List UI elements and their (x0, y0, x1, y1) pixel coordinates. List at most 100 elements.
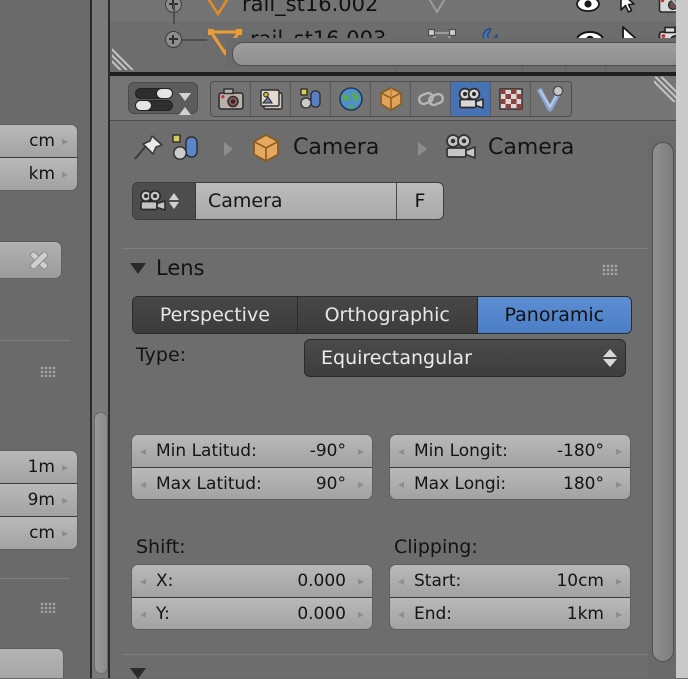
shift-field-stack: ◂ X: 0.000 ▸ ◂ Y: 0.000 ▸ (131, 564, 373, 630)
chevron-down-icon[interactable] (603, 359, 617, 367)
object-cube-icon[interactable] (250, 132, 282, 164)
breadcrumb-item-label[interactable]: Camera (488, 135, 574, 160)
decrement-arrow-icon[interactable]: ◂ (390, 478, 412, 490)
datablock-name-field[interactable]: Camera F (132, 182, 444, 220)
chevron-up-icon[interactable] (169, 193, 179, 200)
tab-constraints[interactable] (411, 82, 451, 116)
fake-user-button[interactable]: F (396, 183, 443, 219)
outliner-row-label[interactable]: rail_st16.002 (242, 0, 378, 16)
clip-start-field[interactable]: ◂ Start: 10cm ▸ (390, 565, 630, 597)
panorama-type-dropdown[interactable]: Equirectangular (304, 339, 626, 377)
breadcrumb-item-label[interactable]: Camera (293, 135, 379, 160)
decrement-arrow-icon[interactable]: ◂ (390, 445, 412, 457)
area-corner-grab-icon[interactable] (654, 76, 680, 102)
decrement-arrow-icon[interactable]: ◂ (390, 608, 412, 620)
increment-arrow-icon[interactable]: ▸ (55, 134, 75, 148)
left-clipped-panel[interactable] (0, 648, 64, 678)
outliner-row[interactable]: rail_st16.002 (110, 0, 688, 22)
toggle-stepper[interactable] (179, 93, 193, 120)
tab-scene[interactable] (291, 82, 331, 116)
scene-icon[interactable] (170, 132, 202, 164)
tab-object-data[interactable] (451, 82, 491, 116)
max-longitude-field[interactable]: ◂ Max Longi: 180° ▸ (390, 467, 630, 499)
increment-arrow-icon[interactable]: ▸ (608, 478, 630, 490)
left-pane-vertical-scrollbar[interactable] (94, 412, 108, 674)
left-clipped-field-stack-mid[interactable]: 1m ▸ 9m ▸ cm ▸ (0, 450, 78, 550)
toggle-pill-bottom[interactable] (135, 100, 173, 111)
increment-arrow-icon[interactable]: ▸ (608, 608, 630, 620)
shift-y-field[interactable]: ◂ Y: 0.000 ▸ (132, 597, 372, 629)
increment-arrow-icon[interactable]: ▸ (350, 575, 372, 587)
pin-icon[interactable] (132, 134, 164, 164)
increment-arrow-icon[interactable]: ▸ (608, 445, 630, 457)
projection-perspective-button[interactable]: Perspective (133, 297, 298, 333)
field-value: 9m (27, 490, 55, 510)
panel-grip-icon[interactable] (602, 264, 618, 275)
max-latitude-field[interactable]: ◂ Max Latitud: 90° ▸ (132, 467, 372, 499)
clip-end-field[interactable]: ◂ End: 1km ▸ (390, 597, 630, 629)
left-clipped-field[interactable]: 1m ▸ (0, 451, 77, 483)
left-panel-divider (0, 340, 70, 341)
toggle-pill-top[interactable] (135, 88, 173, 99)
chevron-up-icon[interactable] (603, 349, 617, 357)
increment-arrow-icon[interactable]: ▸ (350, 478, 372, 490)
increment-arrow-icon[interactable]: ▸ (55, 167, 75, 181)
left-clipped-field[interactable]: km ▸ (0, 157, 77, 190)
selectability-cursor-icon[interactable] (618, 0, 638, 15)
left-clear-button[interactable] (0, 241, 62, 279)
tab-render[interactable] (211, 82, 251, 116)
chevron-down-icon[interactable] (169, 202, 179, 209)
datablock-stepper[interactable] (169, 193, 179, 209)
left-clipped-field[interactable]: cm ▸ (0, 125, 77, 157)
increment-arrow-icon[interactable]: ▸ (55, 526, 75, 540)
chevron-right-icon (418, 142, 427, 156)
outliner-horizontal-scrollbar[interactable] (232, 42, 688, 66)
min-latitude-field[interactable]: ◂ Min Latitud: -90° ▸ (132, 435, 372, 467)
display-mode-toggle[interactable] (128, 82, 198, 120)
panel-grip-icon[interactable] (40, 602, 56, 613)
increment-arrow-icon[interactable]: ▸ (55, 493, 75, 507)
shift-section-label: Shift: (136, 536, 186, 558)
field-label: Y: (156, 603, 170, 624)
decrement-arrow-icon[interactable]: ◂ (132, 478, 154, 490)
datablock-name-input[interactable]: Camera (195, 183, 396, 219)
render-layers-icon (258, 87, 284, 111)
increment-arrow-icon[interactable]: ▸ (608, 575, 630, 587)
tab-render-layers[interactable] (251, 82, 291, 116)
projection-orthographic-button[interactable]: Orthographic (297, 297, 478, 333)
tab-object[interactable] (371, 82, 411, 116)
tab-texture[interactable] (491, 82, 531, 116)
decrement-arrow-icon[interactable]: ◂ (390, 575, 412, 587)
tab-physics[interactable] (531, 82, 571, 116)
plus-icon[interactable] (165, 31, 182, 48)
movie-camera-icon[interactable] (443, 133, 477, 163)
properties-vertical-scrollbar[interactable] (652, 142, 674, 662)
panel-grip-icon[interactable] (40, 366, 56, 377)
dropdown-stepper[interactable] (595, 349, 625, 367)
left-clipped-field-stack-top[interactable]: cm ▸ km ▸ (0, 124, 78, 191)
increment-arrow-icon[interactable]: ▸ (350, 445, 372, 457)
visibility-eye-icon[interactable] (575, 0, 601, 14)
decrement-arrow-icon[interactable]: ◂ (132, 575, 154, 587)
left-clipped-field[interactable]: 9m ▸ (0, 483, 77, 516)
min-longitude-field[interactable]: ◂ Min Longit: -180° ▸ (390, 435, 630, 467)
latitude-field-stack: ◂ Min Latitud: -90° ▸ ◂ Max Latitud: 90°… (131, 434, 373, 500)
projection-panoramic-button[interactable]: Panoramic (477, 297, 631, 333)
left-clipped-field[interactable]: cm ▸ (0, 516, 77, 549)
shift-x-field[interactable]: ◂ X: 0.000 ▸ (132, 565, 372, 597)
decrement-arrow-icon[interactable]: ◂ (132, 445, 154, 457)
area-corner-grab-icon[interactable] (112, 44, 138, 70)
increment-arrow-icon[interactable]: ▸ (55, 460, 75, 474)
triangle-down-icon[interactable] (130, 262, 146, 274)
chevron-down-icon[interactable] (179, 93, 191, 120)
lens-panel-header[interactable]: Lens (130, 256, 205, 280)
mesh-data-icon[interactable] (425, 0, 449, 14)
next-panel-header[interactable] (130, 668, 156, 679)
datablock-type-selector[interactable] (133, 183, 195, 219)
increment-arrow-icon[interactable]: ▸ (350, 608, 372, 620)
decrement-arrow-icon[interactable]: ◂ (132, 608, 154, 620)
triangle-down-icon[interactable] (130, 668, 146, 679)
field-value: 1km (566, 603, 604, 624)
tab-world[interactable] (331, 82, 371, 116)
field-label: Max Longi: (414, 473, 507, 494)
